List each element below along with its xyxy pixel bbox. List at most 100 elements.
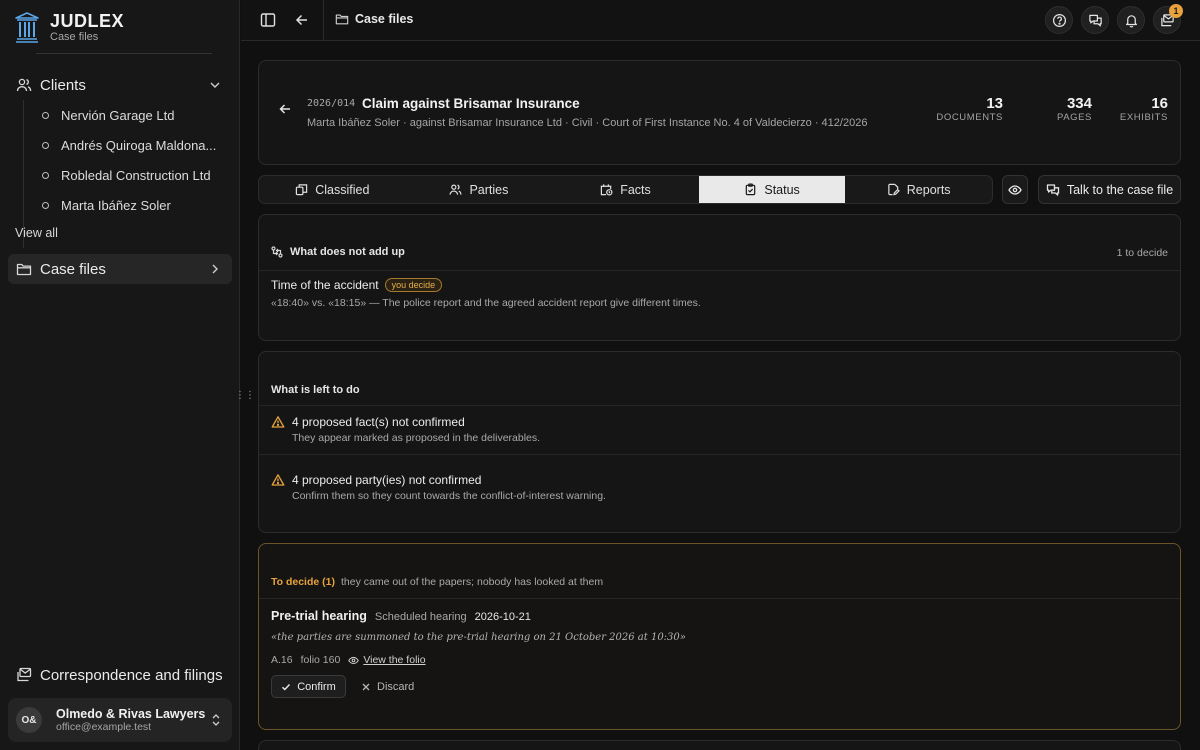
stat-value: 16 bbox=[1151, 95, 1168, 112]
layers-icon bbox=[295, 184, 308, 196]
brand[interactable]: JUDLEX Case files bbox=[14, 11, 124, 43]
bell-icon bbox=[1125, 14, 1137, 27]
back-arrow-icon[interactable] bbox=[277, 101, 293, 117]
discard-label: Discard bbox=[377, 680, 415, 693]
sidebar-item-case-files[interactable]: Case files bbox=[8, 254, 232, 284]
clipboard-check-icon bbox=[746, 183, 756, 196]
chat-bubbles-icon bbox=[1088, 14, 1102, 27]
back-arrow-icon[interactable] bbox=[293, 11, 311, 29]
client-item[interactable]: Andrés Quiroga Maldona... bbox=[24, 130, 224, 160]
section-heading: What is left to do bbox=[271, 384, 360, 396]
bullet-icon bbox=[42, 111, 49, 119]
stat-exhibits: 16 EXHIBITS bbox=[1120, 95, 1168, 124]
confirm-button[interactable]: Confirm bbox=[271, 675, 346, 698]
stat-pages: 334 PAGES bbox=[1057, 95, 1092, 124]
folio-ref: folio 160 bbox=[300, 654, 341, 666]
todo-item-title[interactable]: 4 proposed fact(s) not confirmed bbox=[292, 415, 465, 429]
todo-item-title[interactable]: 4 proposed party(ies) not confirmed bbox=[292, 473, 481, 487]
account-name: Olmedo & Rivas Lawyers bbox=[56, 706, 206, 721]
case-tabs: Classified Parties Facts Status Reports bbox=[258, 175, 993, 204]
chevrons-up-down-icon bbox=[212, 714, 220, 726]
users-icon bbox=[16, 78, 32, 92]
to-decide-panel: To decide (1) they came out of the papers… bbox=[258, 543, 1181, 730]
view-folio-label: View the folio bbox=[363, 654, 426, 666]
sidebar-item-correspondence[interactable]: Correspondence and filings bbox=[8, 660, 232, 690]
calendar-clock-icon bbox=[600, 184, 613, 196]
sidebar-item-label: Correspondence and filings bbox=[40, 666, 223, 684]
talk-button-label: Talk to the case file bbox=[1066, 182, 1174, 197]
preview-toggle-button[interactable] bbox=[1002, 175, 1028, 204]
bullet-icon bbox=[42, 141, 49, 149]
confirm-label: Confirm bbox=[297, 680, 336, 693]
messages-button[interactable] bbox=[1081, 6, 1109, 34]
conflict-item[interactable]: Time of the accident you decide bbox=[271, 278, 443, 292]
sidebar-toggle-icon[interactable] bbox=[259, 11, 277, 29]
case-title: Claim against Brisamar Insurance bbox=[362, 96, 580, 111]
columns-logo-icon bbox=[15, 12, 39, 43]
tab-label: Classified bbox=[315, 182, 370, 197]
conflict-title: Time of the accident bbox=[271, 278, 379, 292]
to-decide-count: To decide (1) bbox=[271, 576, 335, 588]
resize-handle-icon[interactable]: ⋮⋮ bbox=[235, 389, 255, 403]
tab-reports[interactable]: Reports bbox=[845, 176, 992, 203]
client-item[interactable]: Marta Ibáñez Soler bbox=[24, 190, 224, 220]
breadcrumb-label: Case files bbox=[355, 12, 414, 26]
hearing-quote: «the parties are summoned to the pre-tri… bbox=[271, 632, 686, 643]
file-edit-icon bbox=[888, 183, 900, 196]
tab-label: Status bbox=[764, 182, 800, 197]
client-name: Robledal Construction Ltd bbox=[61, 167, 211, 183]
view-folio-link[interactable]: View the folio bbox=[348, 654, 426, 666]
tab-parties[interactable]: Parties bbox=[406, 176, 553, 203]
case-reference: 2026/014 bbox=[307, 98, 356, 109]
conflicts-panel: What does not add up 1 to decide Time of… bbox=[258, 214, 1181, 341]
todo-panel: What is left to do 4 proposed fact(s) no… bbox=[258, 351, 1181, 533]
client-item[interactable]: Robledal Construction Ltd bbox=[24, 160, 224, 190]
hearing-date: 2026-10-21 bbox=[474, 611, 531, 623]
bullet-icon bbox=[42, 171, 49, 179]
decide-counter: 1 to decide bbox=[1116, 247, 1168, 259]
brand-divider bbox=[36, 53, 212, 54]
account-email: office@example.test bbox=[56, 720, 152, 733]
check-icon bbox=[282, 683, 291, 691]
tab-label: Parties bbox=[469, 182, 509, 197]
stat-caption: DOCUMENTS bbox=[936, 112, 1003, 123]
git-compare-icon bbox=[271, 246, 283, 258]
stacked-mail-icon bbox=[17, 667, 32, 682]
help-icon bbox=[1052, 13, 1066, 27]
close-icon bbox=[362, 683, 370, 690]
sidebar-item-clients[interactable]: Clients bbox=[8, 70, 232, 100]
exhibit-ref: A.16 bbox=[271, 654, 293, 666]
discard-button[interactable]: Discard bbox=[361, 675, 414, 698]
conflict-description: «18:40» vs. «18:15» — The police report … bbox=[271, 297, 701, 309]
to-decide-subheading: they came out of the papers; nobody has … bbox=[340, 576, 604, 588]
hearing-row: Pre-trial hearing Scheduled hearing 2026… bbox=[271, 609, 531, 623]
view-all-clients-link[interactable]: View all bbox=[15, 226, 58, 240]
client-name: Marta Ibáñez Soler bbox=[61, 197, 171, 213]
account-switcher[interactable]: O& Olmedo & Rivas Lawyers office@example… bbox=[8, 698, 232, 742]
source-reference: A.16 folio 160 View the folio bbox=[271, 654, 426, 666]
help-button[interactable] bbox=[1045, 6, 1073, 34]
sidebar-item-label: Clients bbox=[40, 76, 86, 94]
toolbar-divider bbox=[323, 0, 324, 40]
next-panel bbox=[258, 740, 1181, 750]
brand-subtitle: Case files bbox=[50, 31, 99, 43]
notifications-button[interactable] bbox=[1117, 6, 1145, 34]
section-heading-text: What does not add up bbox=[290, 246, 405, 258]
you-decide-badge: you decide bbox=[384, 278, 443, 292]
todo-item-description: Confirm them so they count towards the c… bbox=[292, 490, 606, 502]
client-item[interactable]: Nervión Garage Ltd bbox=[24, 100, 224, 130]
tab-classified[interactable]: Classified bbox=[259, 176, 406, 203]
tab-facts[interactable]: Facts bbox=[552, 176, 699, 203]
case-header: 2026/014 Claim against Brisamar Insuranc… bbox=[258, 60, 1181, 165]
chevron-down-icon[interactable] bbox=[208, 78, 222, 92]
todo-item-description: They appear marked as proposed in the de… bbox=[292, 432, 541, 444]
tab-status[interactable]: Status bbox=[698, 176, 846, 203]
inbox-button[interactable]: 1 bbox=[1153, 4, 1183, 34]
talk-to-case-file-button[interactable]: Talk to the case file bbox=[1038, 175, 1181, 204]
warning-icon bbox=[271, 474, 285, 486]
breadcrumb[interactable]: Case files bbox=[335, 12, 413, 26]
folder-icon bbox=[16, 263, 32, 276]
stat-value: 13 bbox=[986, 95, 1003, 112]
client-name: Nervión Garage Ltd bbox=[61, 107, 175, 123]
avatar: O& bbox=[16, 707, 42, 733]
